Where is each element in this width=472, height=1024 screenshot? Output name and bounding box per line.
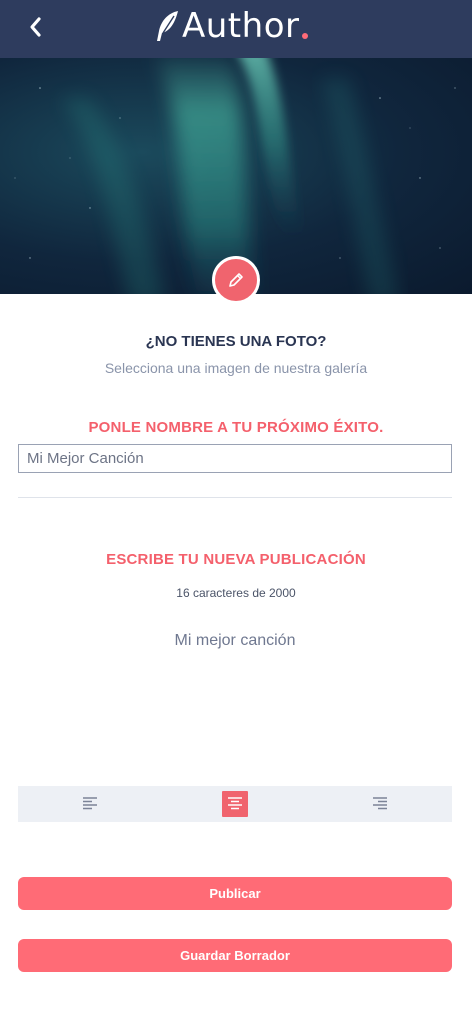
brand-name: Author — [182, 6, 300, 46]
save-draft-button[interactable]: Guardar Borrador — [18, 939, 452, 972]
align-right-icon — [372, 797, 387, 810]
edit-photo-button[interactable] — [212, 256, 260, 304]
feather-icon — [157, 11, 178, 41]
pencil-icon — [229, 273, 243, 287]
app-header: Author — [0, 0, 472, 58]
align-left-icon — [83, 797, 98, 810]
align-left-button[interactable] — [77, 791, 103, 817]
no-photo-heading: ¿NO TIENES UNA FOTO? — [145, 333, 327, 350]
brand-logo: Author — [154, 6, 309, 46]
publish-button[interactable]: Publicar — [18, 877, 452, 910]
align-center-icon — [227, 797, 242, 810]
character-count: 16 caracteres de 2000 — [176, 586, 296, 600]
title-input[interactable] — [18, 444, 452, 473]
gallery-link[interactable]: Selecciona una imagen de nuestra galería — [0, 360, 472, 376]
brand-dot — [302, 33, 309, 39]
post-heading: ESCRIBE TU NUEVA PUBLICACIÓN — [106, 551, 366, 568]
title-heading: PONLE NOMBRE A TU PRÓXIMO ÉXITO. — [88, 419, 384, 436]
align-center-button[interactable] — [221, 791, 248, 817]
back-button[interactable] — [20, 10, 50, 44]
chevron-left-icon — [30, 17, 41, 37]
alignment-toolbar — [18, 786, 452, 822]
post-body-editor[interactable]: Mi mejor canción — [18, 632, 452, 772]
align-right-button[interactable] — [367, 791, 393, 817]
divider — [18, 497, 452, 498]
